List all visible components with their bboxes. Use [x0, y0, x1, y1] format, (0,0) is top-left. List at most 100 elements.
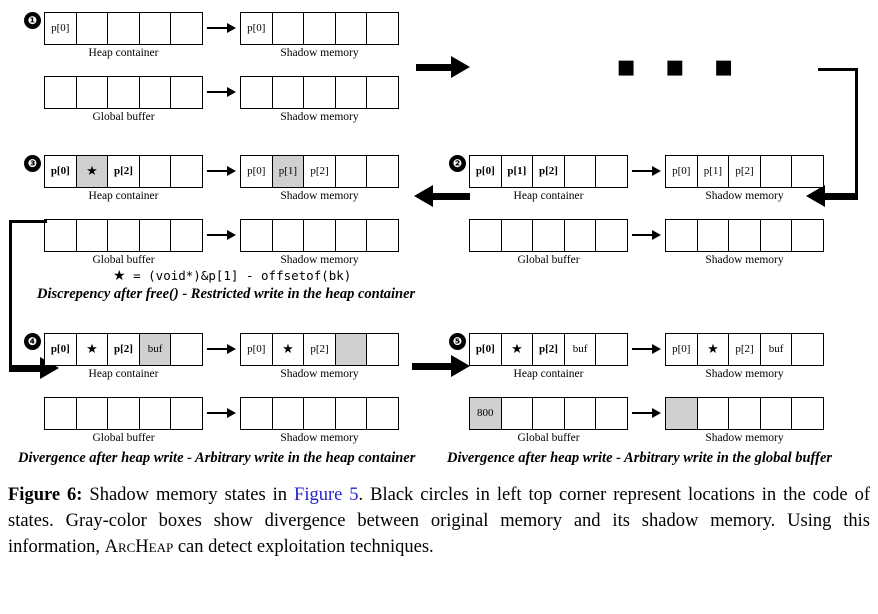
- global-buffer-row-2: Global buffer: [469, 219, 628, 266]
- shadow-memory-label: Shadow memory: [280, 432, 359, 444]
- memory-cell: [367, 156, 399, 187]
- memory-cell: p[0]: [241, 156, 273, 187]
- shadow-memory-label: Shadow memory: [280, 368, 359, 380]
- heap-shadow-boxes-5: p[0] ★ p[2] buf: [665, 333, 824, 366]
- memory-cell: ★: [698, 334, 730, 365]
- memory-cell: ★: [77, 334, 109, 365]
- memory-cell-divergent: 800: [470, 398, 502, 429]
- memory-cell: [565, 156, 597, 187]
- heap-container-boxes-5: p[0] ★ p[2] buf: [469, 333, 628, 366]
- heap-shadow-boxes-3: p[0] p[1] p[2]: [240, 155, 399, 188]
- star-glyph: ★: [707, 342, 719, 357]
- memory-cell: [140, 77, 172, 108]
- global-shadow-boxes-5: [665, 397, 824, 430]
- memory-cell: [596, 156, 628, 187]
- memory-cell: p[0]: [470, 156, 502, 187]
- memory-cell: p[2]: [304, 156, 336, 187]
- memory-cell: [533, 220, 565, 251]
- memory-cell-divergent: p[1]: [272, 156, 305, 187]
- memory-cell: p[1]: [698, 156, 730, 187]
- memory-cell: [140, 13, 172, 44]
- transform-arrow-icon: [632, 165, 661, 177]
- global-buffer-row-5: 800 Global buffer: [469, 397, 628, 444]
- global-shadow-row-5: Shadow memory: [665, 397, 824, 444]
- global-buffer-label: Global buffer: [92, 254, 155, 266]
- heap-shadow-row-3: p[0] p[1] p[2] Shadow memory: [240, 155, 399, 202]
- transform-arrow-icon: [207, 86, 236, 98]
- memory-cell: [171, 220, 203, 251]
- memory-cell: [470, 220, 502, 251]
- transform-arrow-icon: [207, 165, 236, 177]
- global-buffer-label: Global buffer: [92, 432, 155, 444]
- memory-cell: [241, 398, 273, 429]
- memory-cell: p[2]: [533, 156, 565, 187]
- heap-container-label: Heap container: [88, 190, 159, 202]
- global-shadow-boxes-3: [240, 219, 399, 252]
- memory-cell: p[2]: [108, 156, 140, 187]
- memory-cell: [273, 13, 305, 44]
- heap-container-label: Heap container: [513, 368, 584, 380]
- memory-cell: [140, 156, 172, 187]
- connector-top-right-vertical: [855, 68, 858, 196]
- heap-shadow-boxes-4: p[0] ★ p[2]: [240, 333, 399, 366]
- memory-cell: [367, 334, 399, 365]
- memory-cell: [792, 398, 824, 429]
- connector-top-right-horizontal: [818, 68, 858, 71]
- memory-cell: [77, 77, 109, 108]
- memory-cell-divergent: ★: [76, 156, 109, 187]
- global-buffer-boxes-4: [44, 397, 203, 430]
- star-glyph: ★: [282, 342, 294, 357]
- memory-cell: [698, 220, 730, 251]
- global-buffer-boxes-2: [469, 219, 628, 252]
- memory-cell: [273, 220, 305, 251]
- heap-shadow-row-2: p[0] p[1] p[2] Shadow memory: [665, 155, 824, 202]
- state-marker-3: ❸: [24, 155, 41, 172]
- figure-diagram: ❶ p[0] Heap container p[0] Shadow memory…: [0, 0, 878, 470]
- shadow-memory-label: Shadow memory: [280, 254, 359, 266]
- heap-container-row-5: p[0] ★ p[2] buf Heap container: [469, 333, 628, 380]
- memory-cell: [533, 398, 565, 429]
- memory-cell: [761, 220, 793, 251]
- flow-arrow-2-to-3: [414, 185, 470, 207]
- memory-cell: [241, 220, 273, 251]
- flow-arrow-1-to-2: [416, 56, 470, 78]
- memory-cell: [367, 220, 399, 251]
- global-buffer-label: Global buffer: [92, 111, 155, 123]
- star-glyph: ★: [511, 342, 523, 357]
- memory-cell: p[0]: [666, 334, 698, 365]
- memory-cell: p[0]: [45, 334, 77, 365]
- memory-cell: [596, 398, 628, 429]
- memory-cell: [171, 77, 203, 108]
- transform-arrow-icon: [207, 407, 236, 419]
- global-shadow-row-4: Shadow memory: [240, 397, 399, 444]
- memory-cell: [77, 220, 109, 251]
- connector-left-horizontal: [9, 220, 47, 223]
- heap-container-label: Heap container: [88, 47, 159, 59]
- heap-shadow-boxes-1: p[0]: [240, 12, 399, 45]
- shadow-memory-label: Shadow memory: [705, 190, 784, 202]
- star-glyph: ★: [86, 342, 98, 357]
- star-definition-formula: ★ = (void*)&p[1] - offsetof(bk): [113, 268, 351, 284]
- heap-shadow-boxes-2: p[0] p[1] p[2]: [665, 155, 824, 188]
- memory-cell: [304, 220, 336, 251]
- memory-cell: p[0]: [45, 156, 77, 187]
- memory-cell: p[2]: [108, 334, 140, 365]
- memory-cell: buf: [761, 334, 793, 365]
- global-buffer-row-3: Global buffer: [44, 219, 203, 266]
- figure-cross-reference-link[interactable]: Figure 5: [294, 485, 359, 505]
- memory-cell: [140, 398, 172, 429]
- memory-cell: [336, 77, 368, 108]
- memory-cell: p[0]: [241, 334, 273, 365]
- state-marker-4: ❹: [24, 333, 41, 350]
- caption-text-1: Shadow memory states in: [82, 485, 295, 505]
- shadow-memory-label: Shadow memory: [705, 254, 784, 266]
- state-marker-2: ❷: [449, 155, 466, 172]
- ellipsis-dots: ▪ ▪ ▪: [616, 49, 743, 84]
- memory-cell: [108, 398, 140, 429]
- heap-container-boxes-4: p[0] ★ p[2] buf: [44, 333, 203, 366]
- memory-cell: [273, 398, 305, 429]
- global-buffer-row-4: Global buffer: [44, 397, 203, 444]
- heap-container-row-4: p[0] ★ p[2] buf Heap container: [44, 333, 203, 380]
- global-buffer-boxes-1: [44, 76, 203, 109]
- transform-arrow-icon: [632, 407, 661, 419]
